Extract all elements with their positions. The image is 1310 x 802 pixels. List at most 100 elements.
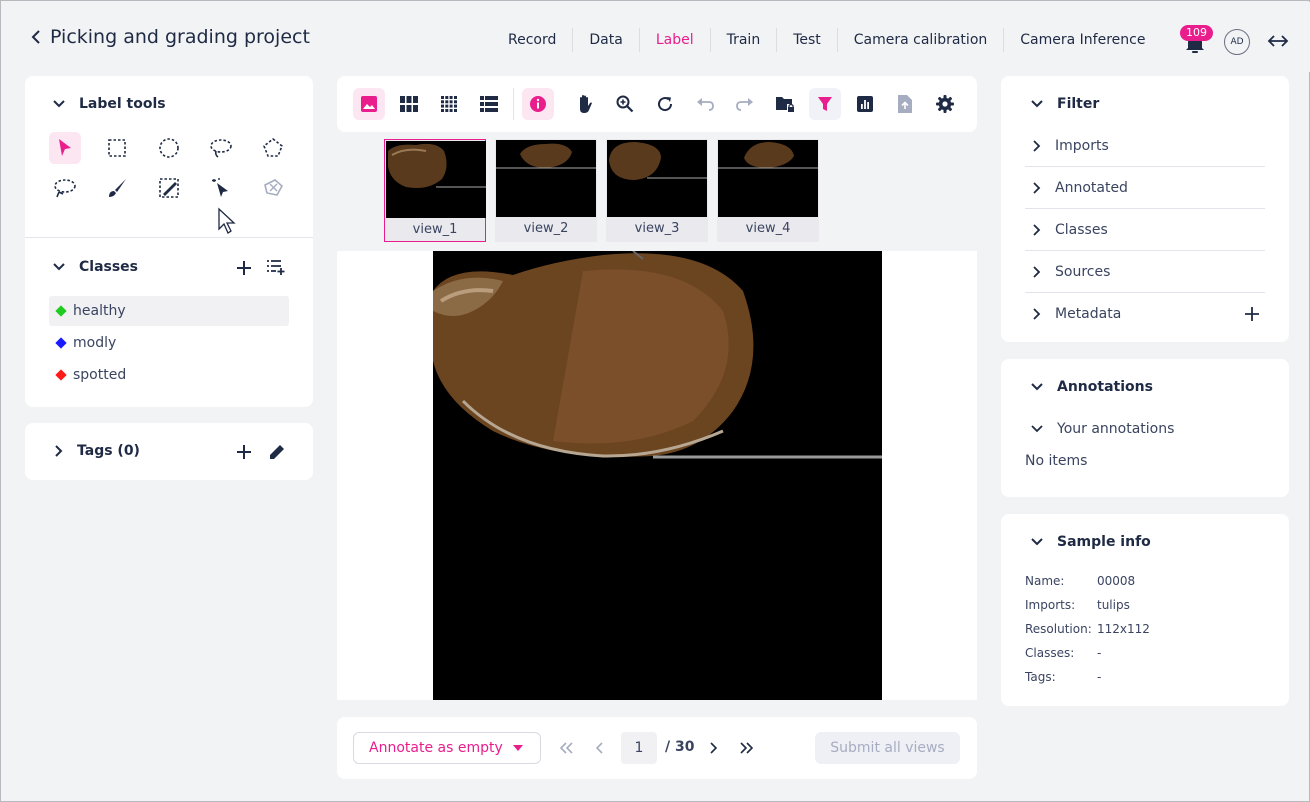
submit-all-views-button[interactable]: Submit all views xyxy=(815,732,960,764)
filter-item-label: Metadata xyxy=(1055,306,1122,322)
info-key: Imports: xyxy=(1025,598,1076,612)
label-tools-header[interactable]: Label tools xyxy=(53,96,166,112)
view-label: view_2 xyxy=(523,221,569,236)
filter-item-imports[interactable]: Imports xyxy=(1025,125,1265,167)
tags-title: Tags (0) xyxy=(77,443,140,459)
folder-lock-button[interactable] xyxy=(769,88,801,120)
class-item-spotted[interactable]: spotted xyxy=(49,360,289,390)
annotations-header[interactable]: Annotations xyxy=(1031,379,1153,395)
first-page-button[interactable] xyxy=(553,734,581,762)
filter-button[interactable] xyxy=(809,88,841,120)
polygon-tool[interactable] xyxy=(257,132,289,164)
filter-item-metadata[interactable]: Metadata xyxy=(1025,293,1265,335)
stats-button[interactable] xyxy=(849,88,881,120)
tab-train[interactable]: Train xyxy=(709,28,777,52)
dense-grid-icon xyxy=(441,96,457,112)
info-button[interactable] xyxy=(522,88,554,120)
app-window: Picking and grading project Record Data … xyxy=(0,0,1310,802)
avatar[interactable]: AD xyxy=(1224,29,1250,55)
next-page-button[interactable] xyxy=(700,734,728,762)
canvas-area[interactable] xyxy=(337,251,977,700)
filter-item-label: Imports xyxy=(1055,137,1109,154)
add-list-icon[interactable] xyxy=(266,258,286,276)
polygon-clear-tool[interactable] xyxy=(257,172,289,204)
info-row-resolution: Resolution: 112x112 xyxy=(1025,622,1150,636)
view-thumbnail[interactable]: view_4 xyxy=(717,139,819,242)
pan-button[interactable] xyxy=(569,88,601,120)
info-value: 00008 xyxy=(1097,574,1136,588)
add-tag-icon[interactable] xyxy=(235,443,253,461)
sample-info-title: Sample info xyxy=(1057,534,1151,550)
info-value: - xyxy=(1097,670,1102,684)
add-metadata-icon[interactable] xyxy=(1244,306,1260,322)
single-image-button[interactable] xyxy=(353,88,385,120)
eraser-box-icon xyxy=(159,178,179,198)
classes-header[interactable]: Classes xyxy=(53,259,138,275)
annotations-title: Annotations xyxy=(1057,379,1153,395)
zoom-in-button[interactable] xyxy=(609,88,641,120)
magic-wand-tool[interactable] xyxy=(205,172,237,204)
tags-header[interactable]: Tags (0) xyxy=(55,443,140,459)
rectangle-tool[interactable] xyxy=(101,132,133,164)
your-annotations-toggle[interactable]: Your annotations xyxy=(1031,421,1174,437)
grid-view-button[interactable] xyxy=(393,88,425,120)
project-title: Picking and grading project xyxy=(50,26,310,48)
tab-data[interactable]: Data xyxy=(572,28,638,52)
filter-title: Filter xyxy=(1057,96,1100,112)
tab-camera-calibration[interactable]: Camera calibration xyxy=(836,28,1004,52)
double-chevron-left-icon xyxy=(560,742,573,754)
add-class-icon[interactable] xyxy=(235,259,253,277)
class-item-healthy[interactable]: healthy xyxy=(49,296,289,326)
filter-item-sources[interactable]: Sources xyxy=(1025,251,1265,293)
expand-arrows-icon[interactable] xyxy=(1267,31,1289,51)
class-item-modly[interactable]: modly xyxy=(49,328,289,358)
annotate-as-empty-button[interactable]: Annotate as empty xyxy=(353,732,541,764)
list-view-icon xyxy=(480,96,498,112)
tab-record[interactable]: Record xyxy=(492,28,572,52)
settings-button[interactable] xyxy=(929,88,961,120)
toolbar-divider xyxy=(513,88,514,120)
rotate-button[interactable] xyxy=(649,88,681,120)
last-page-button[interactable] xyxy=(732,734,760,762)
tab-camera-inference[interactable]: Camera Inference xyxy=(1003,28,1161,52)
freehand-lasso-tool[interactable] xyxy=(49,172,81,204)
main-image[interactable] xyxy=(433,251,882,700)
edit-pencil-icon[interactable] xyxy=(267,442,287,462)
page-input[interactable]: 1 xyxy=(621,732,657,764)
lasso-tool[interactable] xyxy=(205,132,237,164)
upload-file-button[interactable] xyxy=(889,88,921,120)
back-to-project-button[interactable]: Picking and grading project xyxy=(30,26,310,48)
view-thumbnail[interactable]: view_1 xyxy=(384,139,486,242)
eraser-box-tool[interactable] xyxy=(153,172,185,204)
divider xyxy=(25,237,313,238)
brush-tool[interactable] xyxy=(101,172,133,204)
pan-hand-icon xyxy=(580,95,592,113)
view-thumbnail[interactable]: view_3 xyxy=(606,139,708,242)
select-tool[interactable] xyxy=(49,132,81,164)
tab-label[interactable]: Label xyxy=(638,28,710,52)
polygon-icon xyxy=(263,137,283,157)
info-key: Classes: xyxy=(1025,646,1075,660)
chevron-right-icon xyxy=(1033,223,1041,236)
caret-down-icon xyxy=(512,745,523,751)
filter-header[interactable]: Filter xyxy=(1031,96,1099,112)
tab-test[interactable]: Test xyxy=(776,28,837,52)
ellipse-tool[interactable] xyxy=(153,132,185,164)
prev-page-button[interactable] xyxy=(585,734,613,762)
top-bar: Picking and grading project Record Data … xyxy=(2,2,1310,72)
undo-button[interactable] xyxy=(689,88,721,120)
sample-info-panel: Sample info Name: 00008 Imports: tulips Re… xyxy=(1001,514,1289,706)
rotate-icon xyxy=(658,97,673,112)
filter-item-label: Annotated xyxy=(1055,179,1128,196)
chevron-right-icon xyxy=(55,445,63,457)
view-thumbnail[interactable]: view_2 xyxy=(495,139,597,242)
sample-info-header[interactable]: Sample info xyxy=(1031,534,1151,550)
redo-button[interactable] xyxy=(729,88,761,120)
chevron-left-icon xyxy=(595,742,603,754)
dense-grid-button[interactable] xyxy=(433,88,465,120)
freehand-lasso-icon xyxy=(54,179,76,198)
filter-item-classes[interactable]: Classes xyxy=(1025,209,1265,251)
list-view-button[interactable] xyxy=(473,88,505,120)
view-label: view_3 xyxy=(634,221,680,236)
filter-item-annotated[interactable]: Annotated xyxy=(1025,167,1265,209)
